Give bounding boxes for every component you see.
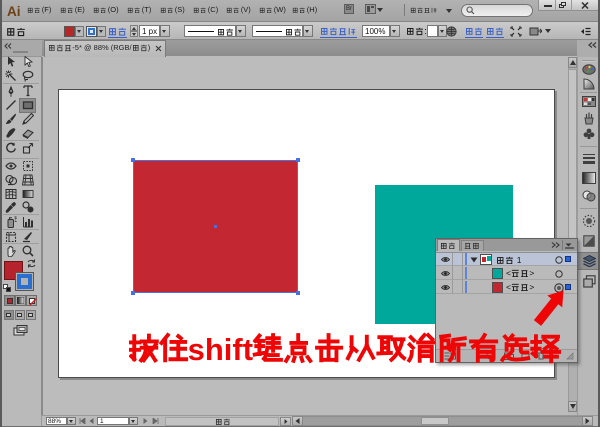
- svg-text:shift: shift: [188, 332, 253, 366]
